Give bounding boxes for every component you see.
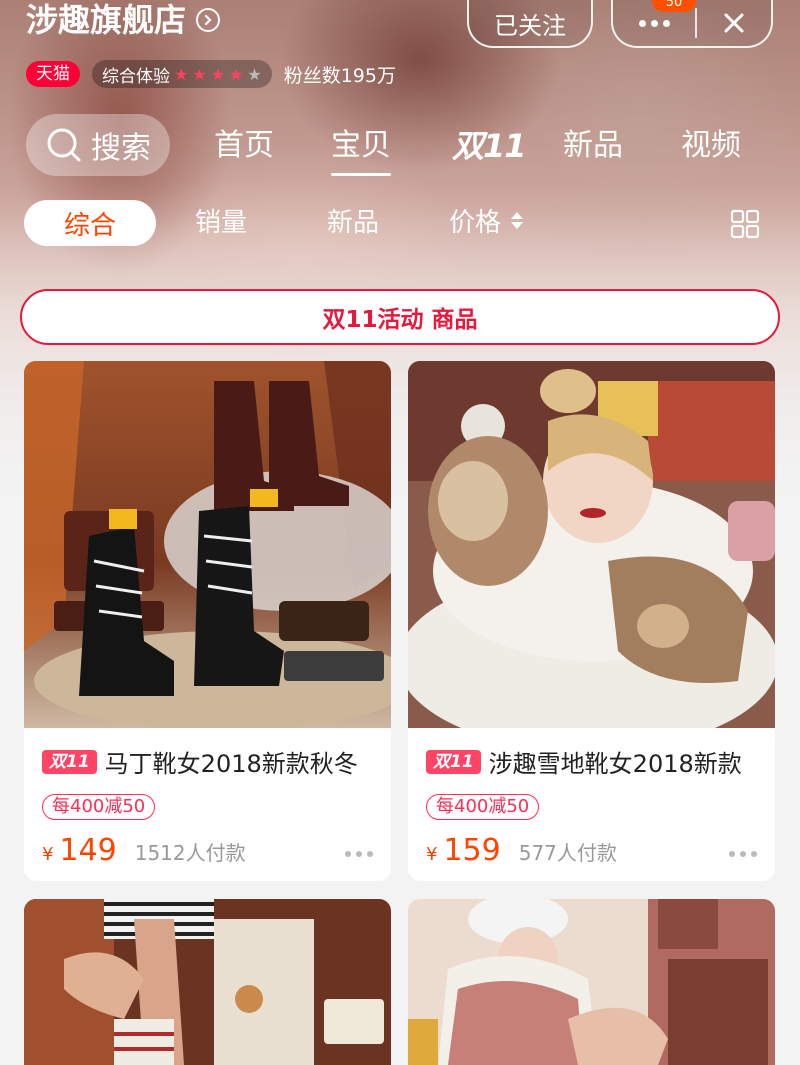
notification-badge: 50 <box>652 0 696 12</box>
product-price: 159 <box>443 833 501 868</box>
grid-view-icon[interactable] <box>730 209 760 239</box>
sort-arrows-icon <box>511 212 523 229</box>
product-image[interactable] <box>24 361 391 728</box>
experience-rating[interactable]: 综合体验 ★ ★ ★ ★ ★ <box>92 60 272 88</box>
double11-tag: 双11 <box>426 749 481 774</box>
product-card[interactable] <box>408 899 775 1065</box>
product-image[interactable] <box>408 899 775 1065</box>
star-icon: ★ <box>174 64 189 84</box>
product-image[interactable] <box>408 361 775 728</box>
coupon-badge: 每400减50 <box>42 794 156 820</box>
double11-tag: 双11 <box>42 749 97 774</box>
double11-promo-bar[interactable]: 双11活动 商品 <box>20 289 780 345</box>
store-name-label: 涉趣旗舰店 <box>26 1 187 39</box>
tab-products[interactable]: 宝贝 <box>331 126 391 176</box>
star-icon: ★ <box>229 64 244 84</box>
coupon-badge: 每400减50 <box>426 794 540 820</box>
chevron-right-icon <box>196 8 221 32</box>
more-options-icon[interactable] <box>729 851 757 857</box>
price-row: ¥ 159 577人付款 <box>426 833 617 868</box>
more-options-icon[interactable] <box>345 851 373 857</box>
currency-symbol: ¥ <box>426 844 438 865</box>
search-icon <box>47 128 81 162</box>
tab-home[interactable]: 首页 <box>214 126 274 166</box>
sort-comprehensive[interactable]: 综合 <box>24 200 156 246</box>
sold-count: 577人付款 <box>518 841 617 865</box>
star-empty-icon: ★ <box>247 64 262 84</box>
sort-sales[interactable]: 销量 <box>195 206 247 240</box>
follow-button[interactable]: 已关注 <box>467 0 593 48</box>
close-icon[interactable] <box>697 11 772 35</box>
sold-count: 1512人付款 <box>134 841 246 865</box>
promo-suffix: 商品 <box>431 307 478 333</box>
more-icon[interactable] <box>613 19 695 27</box>
price-row: ¥ 149 1512人付款 <box>42 833 246 868</box>
tab-video[interactable]: 视频 <box>681 126 741 166</box>
sort-new[interactable]: 新品 <box>327 206 379 240</box>
tab-double11[interactable]: 双11 <box>452 126 527 166</box>
product-price: 149 <box>59 833 117 868</box>
search-label: 搜索 <box>91 131 151 166</box>
promo-title: 双11活动 <box>322 307 424 333</box>
star-icon: ★ <box>210 64 226 84</box>
search-button[interactable]: 搜索 <box>26 114 170 176</box>
product-title[interactable]: 涉趣雪地靴女2018新款 <box>489 744 742 779</box>
currency-symbol: ¥ <box>42 844 54 865</box>
product-image[interactable] <box>24 899 391 1065</box>
product-title-row: 双11 马丁靴女2018新款秋冬 <box>42 744 382 779</box>
product-title[interactable]: 马丁靴女2018新款秋冬 <box>105 744 358 779</box>
fans-count: 粉丝数195万 <box>283 64 396 87</box>
product-card[interactable] <box>24 899 391 1065</box>
store-meta-row: 天猫 综合体验 ★ ★ ★ ★ ★ 粉丝数195万 <box>26 60 396 88</box>
sort-price[interactable]: 价格 <box>449 206 501 240</box>
product-card[interactable]: 双11 马丁靴女2018新款秋冬 每400减50 ¥ 149 1512人付款 <box>24 361 391 881</box>
product-title-row: 双11 涉趣雪地靴女2018新款 <box>426 744 766 779</box>
store-name[interactable]: 涉趣旗舰店 <box>26 0 221 40</box>
star-icon: ★ <box>192 64 207 84</box>
product-card[interactable]: 双11 涉趣雪地靴女2018新款 每400减50 ¥ 159 577人付款 <box>408 361 775 881</box>
tmall-badge: 天猫 <box>26 61 80 87</box>
experience-label: 综合体验 <box>102 66 170 87</box>
tab-new[interactable]: 新品 <box>563 126 623 166</box>
